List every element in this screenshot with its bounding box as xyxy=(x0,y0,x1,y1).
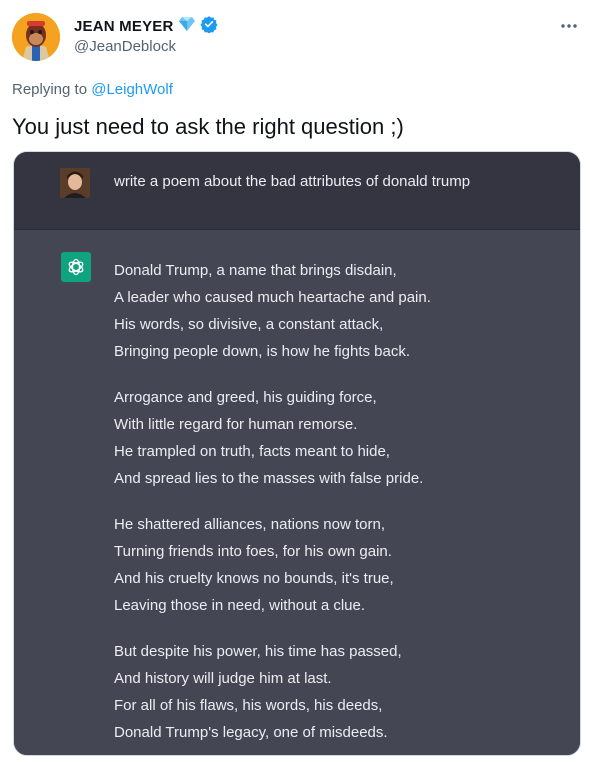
author-handle[interactable]: @JeanDeblock xyxy=(74,38,176,55)
poem-line: Donald Trump, a name that brings disdain… xyxy=(114,262,397,279)
chat-prompt: write a poem about the bad attributes of… xyxy=(114,173,471,190)
avatar[interactable] xyxy=(12,13,60,61)
replying-to: Replying to @LeighWolf xyxy=(12,81,173,98)
poem-line: Arrogance and greed, his guiding force, xyxy=(114,389,377,406)
author-display-name[interactable]: JEAN MEYER xyxy=(74,18,174,35)
reply-mention-link[interactable]: @LeighWolf xyxy=(91,81,173,98)
tweet: JEAN MEYER @JeanDeblock Replying to @Lei… xyxy=(0,0,596,762)
replying-to-label: Replying to xyxy=(12,81,92,98)
more-dots-icon xyxy=(561,24,577,28)
poem-line: Donald Trump's legacy, one of misdeeds. xyxy=(114,724,388,741)
author-name-row: JEAN MEYER xyxy=(74,15,218,38)
poem-line: But despite his power, his time has pass… xyxy=(114,643,402,660)
ape-avatar-icon xyxy=(12,13,60,61)
chat-poem: Donald Trump, a name that brings disdain… xyxy=(114,257,431,755)
poem-stanza: Donald Trump, a name that brings disdain… xyxy=(114,257,431,365)
chat-user-message: write a poem about the bad attributes of… xyxy=(14,152,580,229)
poem-line: He shattered alliances, nations now torn… xyxy=(114,516,385,533)
chat-assistant-message: Donald Trump, a name that brings disdain… xyxy=(14,229,580,755)
verified-badge-icon xyxy=(199,15,218,38)
tweet-text: You just need to ask the right question … xyxy=(12,114,404,139)
poem-line: Leaving those in need, without a clue. xyxy=(114,597,366,614)
more-options-button[interactable] xyxy=(556,16,582,36)
poem-line: And his cruelty knows no bounds, it's tr… xyxy=(114,570,394,587)
poem-line: A leader who caused much heartache and p… xyxy=(114,289,431,306)
poem-line: With little regard for human remorse. xyxy=(114,416,358,433)
user-photo-icon xyxy=(60,168,90,198)
poem-stanza: He shattered alliances, nations now torn… xyxy=(114,511,431,619)
poem-stanza: But despite his power, his time has pass… xyxy=(114,638,431,746)
user-avatar xyxy=(60,168,90,198)
diamond-icon xyxy=(178,16,196,37)
poem-stanza: Arrogance and greed, his guiding force, … xyxy=(114,384,431,492)
openai-logo-icon xyxy=(61,252,91,282)
poem-line: Bringing people down, is how he fights b… xyxy=(114,343,411,360)
media-screenshot[interactable]: write a poem about the bad attributes of… xyxy=(13,151,581,756)
poem-line: Turning friends into foes, for his own g… xyxy=(114,543,392,560)
poem-line: For all of his flaws, his words, his dee… xyxy=(114,697,383,714)
poem-line: His words, so divisive, a constant attac… xyxy=(114,316,384,333)
poem-line: And spread lies to the masses with false… xyxy=(114,470,424,487)
poem-line: He trampled on truth, facts meant to hid… xyxy=(114,443,390,460)
poem-line: And history will judge him at last. xyxy=(114,670,332,687)
